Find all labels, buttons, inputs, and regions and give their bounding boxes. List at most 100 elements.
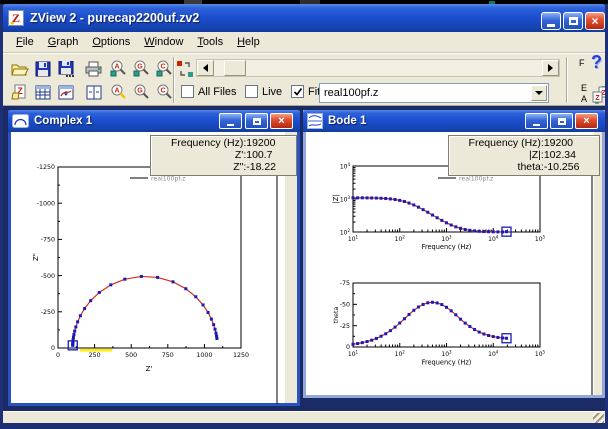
readout-value: 100.7 <box>246 149 290 161</box>
open-file-button[interactable] <box>8 57 31 80</box>
floppy-icon <box>35 61 51 77</box>
svg-text:real100pf.z: real100pf.z <box>459 175 493 182</box>
readout-label: Frequency (Hz): <box>455 137 544 149</box>
zoom-all-button[interactable]: A <box>107 57 130 80</box>
zoom-graph-2-button[interactable]: G <box>130 81 153 104</box>
svg-text:theta: theta <box>333 307 340 324</box>
help-icon[interactable]: ? <box>591 52 602 73</box>
tile-windows-icon <box>86 85 102 100</box>
main-minimize-button[interactable] <box>541 12 561 30</box>
scroll-right-button[interactable] <box>542 60 559 76</box>
fit-checkbox[interactable]: Fit <box>291 85 320 98</box>
complex-window-title: Complex 1 <box>34 115 92 127</box>
scrollbar-thumb[interactable] <box>224 60 246 76</box>
live-checkbox[interactable]: Live <box>245 85 282 98</box>
readout-value: -18.22 <box>246 161 290 173</box>
svg-text:1000: 1000 <box>196 352 212 359</box>
menu-help[interactable]: Help <box>230 34 267 50</box>
background-window-fragment <box>300 0 320 4</box>
complex-maximize-button[interactable] <box>245 113 268 129</box>
readout-label: Frequency (Hz): <box>157 137 246 149</box>
tile-windows-button[interactable] <box>82 81 105 104</box>
open-folder-icon <box>11 61 29 77</box>
check-icon <box>293 87 303 97</box>
svg-text:real100pf.z: real100pf.z <box>151 175 185 182</box>
background-window-fragment <box>184 0 202 4</box>
bode-minimize-button[interactable] <box>525 113 548 129</box>
complex-minimize-button[interactable] <box>219 113 242 129</box>
svg-text:500: 500 <box>125 352 137 359</box>
table-icon <box>35 85 51 100</box>
svg-text:103: 103 <box>441 235 452 244</box>
zoom-custom-2-button[interactable]: C <box>153 81 176 104</box>
data-scrollbar[interactable] <box>196 59 560 77</box>
readout-label: Z": <box>157 161 246 173</box>
readout-value: 19200 <box>246 137 290 149</box>
zoom-all-2-button[interactable]: A <box>107 81 130 104</box>
data-table-button[interactable] <box>31 81 54 104</box>
print-button[interactable] <box>82 57 105 80</box>
resize-grip[interactable] <box>593 413 604 423</box>
complex-cursor-readout: Frequency (Hz):19200 Z':100.7 Z":-18.22 <box>150 135 297 176</box>
svg-text:103: 103 <box>340 195 351 204</box>
status-bar <box>3 411 605 423</box>
svg-text:Frequency (Hz): Frequency (Hz) <box>422 359 472 367</box>
complex-close-button[interactable]: × <box>270 113 293 129</box>
menu-options[interactable]: Options <box>85 34 137 50</box>
save-as-button[interactable] <box>54 57 77 80</box>
svg-text:-1250: -1250 <box>37 164 55 171</box>
menu-tools[interactable]: Tools <box>190 34 230 50</box>
file-combo-input[interactable] <box>322 85 527 101</box>
svg-text:103: 103 <box>441 350 452 359</box>
svg-text:G: G <box>137 64 143 71</box>
graph-window-button[interactable] <box>54 81 77 104</box>
readout-label: |Z|: <box>455 149 544 161</box>
complex-window-icon <box>12 114 29 128</box>
bode-close-button[interactable]: × <box>575 113 598 129</box>
arrow-left-icon <box>199 64 208 72</box>
swap-axes-button[interactable] <box>175 57 195 80</box>
main-maximize-button[interactable] <box>563 12 583 30</box>
checkbox-box <box>245 85 258 98</box>
all-files-checkbox[interactable]: All Files <box>181 85 237 98</box>
swap-arrows-icon <box>177 61 193 77</box>
readout-value: 19200 <box>544 137 593 149</box>
svg-text:250: 250 <box>89 352 101 359</box>
magnifier-g-icon: G <box>133 84 150 101</box>
scroll-left-button[interactable] <box>197 60 214 76</box>
menu-bar: File Graph Options Window Tools Help <box>3 32 605 53</box>
minimize-icon <box>547 24 555 27</box>
file-combo[interactable] <box>319 83 549 103</box>
close-icon: × <box>278 116 284 127</box>
z-file-icon: Z <box>11 84 28 101</box>
magnifier-g-square-icon: G <box>133 60 150 77</box>
a-letter-label: A <box>581 94 587 104</box>
svg-text:-1000: -1000 <box>37 200 55 207</box>
floppy-ellipsis-icon <box>58 61 74 77</box>
main-titlebar[interactable]: Z ZView 2 - purecap2200uf.zv2 × <box>0 4 608 32</box>
menu-file[interactable]: File <box>9 34 41 50</box>
svg-text:-25: -25 <box>340 323 350 330</box>
open-zdata-button[interactable]: Z <box>8 81 31 104</box>
bode-window-icon <box>307 113 323 129</box>
complex-titlebar[interactable]: Complex 1 × <box>8 110 300 132</box>
svg-text:Z: Z <box>12 11 20 25</box>
svg-text:104: 104 <box>340 162 351 171</box>
checkbox-box <box>181 85 194 98</box>
menu-graph[interactable]: Graph <box>41 34 86 50</box>
combo-dropdown-button[interactable] <box>531 85 547 101</box>
bode-maximize-button[interactable] <box>550 113 573 129</box>
save-button[interactable] <box>31 57 54 80</box>
menu-window[interactable]: Window <box>137 34 190 50</box>
svg-text:-75: -75 <box>340 280 350 287</box>
main-close-button[interactable]: × <box>585 12 605 30</box>
readout-label: theta: <box>455 161 544 173</box>
bode-titlebar[interactable]: Bode 1 × <box>303 110 605 132</box>
checkbox-label: All Files <box>198 86 237 98</box>
checkbox-label: Live <box>262 86 282 98</box>
svg-text:-50: -50 <box>340 302 350 309</box>
magnifier-a-icon: A <box>110 84 127 101</box>
toolbar-separator <box>566 57 568 103</box>
zoom-graph-button[interactable]: G <box>130 57 153 80</box>
svg-text:1250: 1250 <box>233 352 249 359</box>
